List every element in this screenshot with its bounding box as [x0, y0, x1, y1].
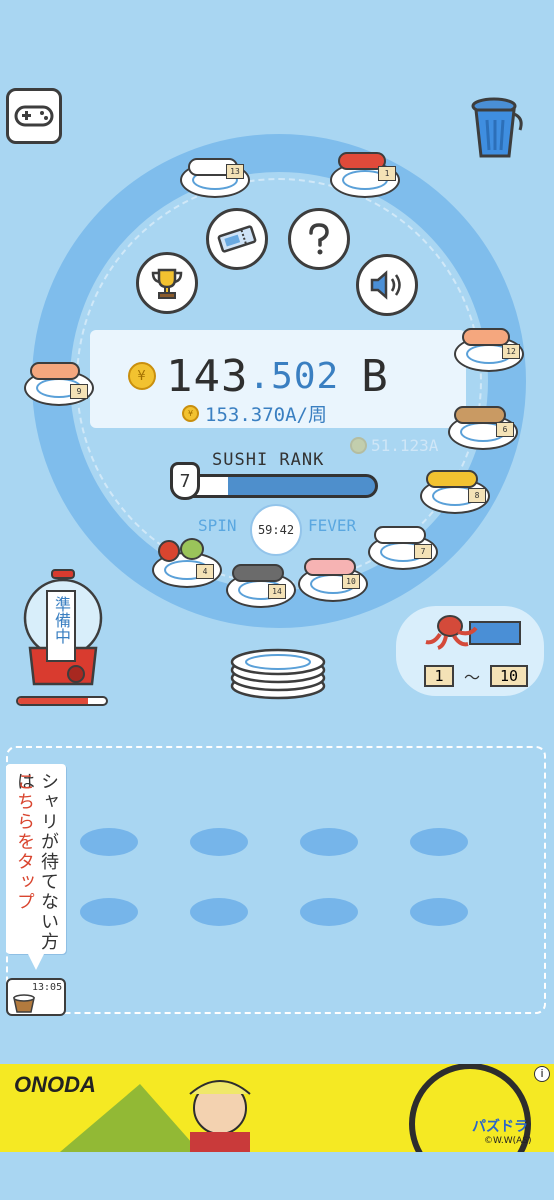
gamepad-icon	[14, 105, 54, 127]
plate-tag: 9	[70, 384, 88, 399]
sushi-plate-1[interactable]: 1	[330, 150, 402, 198]
yen-coin-icon: ¥	[128, 362, 156, 390]
plate-tag: 13	[226, 164, 244, 179]
gacha-progress-fill	[18, 698, 89, 704]
floating-income: 51.123A	[350, 436, 438, 455]
fever-label: FEVER	[308, 516, 357, 535]
speaker-icon	[370, 270, 401, 300]
down-arrow-icon	[28, 954, 44, 970]
octopus-panel[interactable]: 1 〜 10	[396, 606, 544, 696]
sushi-plate-13[interactable]: 13	[180, 152, 250, 198]
prep-slot[interactable]	[300, 828, 358, 856]
gamepad-button[interactable]	[6, 88, 62, 144]
sushi-plate-14[interactable]: 14	[226, 558, 298, 608]
ad-banner[interactable]: ONODA パズドラ ©W.W(AS) i	[0, 1064, 554, 1152]
sushi-rank-label: SUSHI RANK	[212, 450, 325, 470]
plate-tag: 6	[496, 422, 514, 437]
range-to: 10	[490, 665, 529, 687]
sushi-plate-12[interactable]: 12	[454, 324, 526, 372]
prep-slot[interactable]	[410, 898, 468, 926]
plate-stack-icon	[230, 648, 326, 700]
money-unit: B	[361, 350, 389, 402]
question-icon	[309, 223, 329, 255]
plate-tag: 10	[342, 574, 360, 589]
spin-timer[interactable]: 59:42	[250, 504, 302, 556]
money-display: ¥ 143 .502 B	[128, 350, 389, 402]
sushi-rank-level: 7	[170, 462, 200, 500]
ad-info-icon[interactable]: i	[534, 1066, 550, 1082]
sushi-rank-bar	[170, 474, 378, 498]
prep-slot[interactable]	[410, 828, 468, 856]
range-separator: 〜	[464, 668, 481, 687]
prep-slot[interactable]	[80, 828, 138, 856]
empty-plate-stack[interactable]	[228, 640, 328, 700]
plate-tag: 4	[196, 564, 214, 579]
money-integer: 143	[166, 350, 249, 402]
ad-copyright: ©W.W(AS)	[484, 1136, 532, 1146]
gacha-machine[interactable]: 準備中	[18, 568, 108, 694]
gacha-sign: 準備中	[46, 590, 76, 662]
sushi-prep-area[interactable]	[6, 746, 546, 1014]
bottom-safe-area	[0, 1152, 554, 1200]
ad-left-text: ONODA	[14, 1072, 96, 1097]
ticket-icon	[217, 225, 257, 253]
spin-label: SPIN	[198, 516, 237, 535]
prep-slot[interactable]	[300, 898, 358, 926]
plate-tag: 12	[502, 344, 520, 359]
plate-tag: 7	[414, 544, 432, 559]
coin-small-icon: ¥	[182, 405, 199, 422]
gacha-progress-bar	[16, 696, 108, 706]
income-rate-text: 153.370A/周	[205, 404, 327, 426]
plate-tag: 1	[378, 166, 396, 181]
rice-tub-button[interactable]: 13:05	[6, 978, 66, 1016]
prep-slot[interactable]	[190, 828, 248, 856]
gacha-status: 準備中	[52, 596, 71, 644]
sushi-plate-10[interactable]: 10	[298, 552, 370, 602]
ad-right-text: パズドラ	[472, 1118, 528, 1134]
floating-income-text: 51.123A	[371, 436, 439, 455]
sound-button[interactable]	[356, 254, 418, 316]
prep-slot[interactable]	[80, 898, 138, 926]
sushi-plate-8[interactable]: 8	[420, 464, 492, 514]
trash-can-icon	[471, 97, 523, 158]
income-rate: ¥ 153.370A/周	[182, 400, 327, 427]
rice-tub-icon	[13, 994, 35, 1013]
plate-tag: 8	[468, 488, 486, 503]
range-from: 1	[424, 665, 454, 687]
rice-tip-note[interactable]: シャリが待てない方は こちらをタップ	[6, 764, 66, 954]
rice-timer: 13:05	[32, 982, 63, 993]
rice-tip-line2: こちらをタップ	[14, 772, 35, 912]
plate-tag: 14	[268, 584, 286, 599]
trash-can-button[interactable]	[470, 94, 526, 162]
octopus-icon	[425, 615, 521, 650]
help-button[interactable]	[288, 208, 350, 270]
money-decimal: .502	[248, 355, 340, 397]
trophy-button[interactable]	[136, 252, 198, 314]
sushi-plate-9[interactable]: 9	[22, 356, 98, 408]
spin-timer-text: 59:42	[257, 523, 295, 537]
sushi-plate-4[interactable]: 4	[152, 536, 224, 590]
prep-slot[interactable]	[190, 898, 248, 926]
trophy-icon	[151, 268, 183, 299]
coin-faded-icon	[350, 437, 367, 454]
sushi-plate-6[interactable]: 6	[448, 402, 520, 450]
sushi-plate-7[interactable]: 7	[368, 520, 440, 570]
ticket-button[interactable]	[206, 208, 268, 270]
